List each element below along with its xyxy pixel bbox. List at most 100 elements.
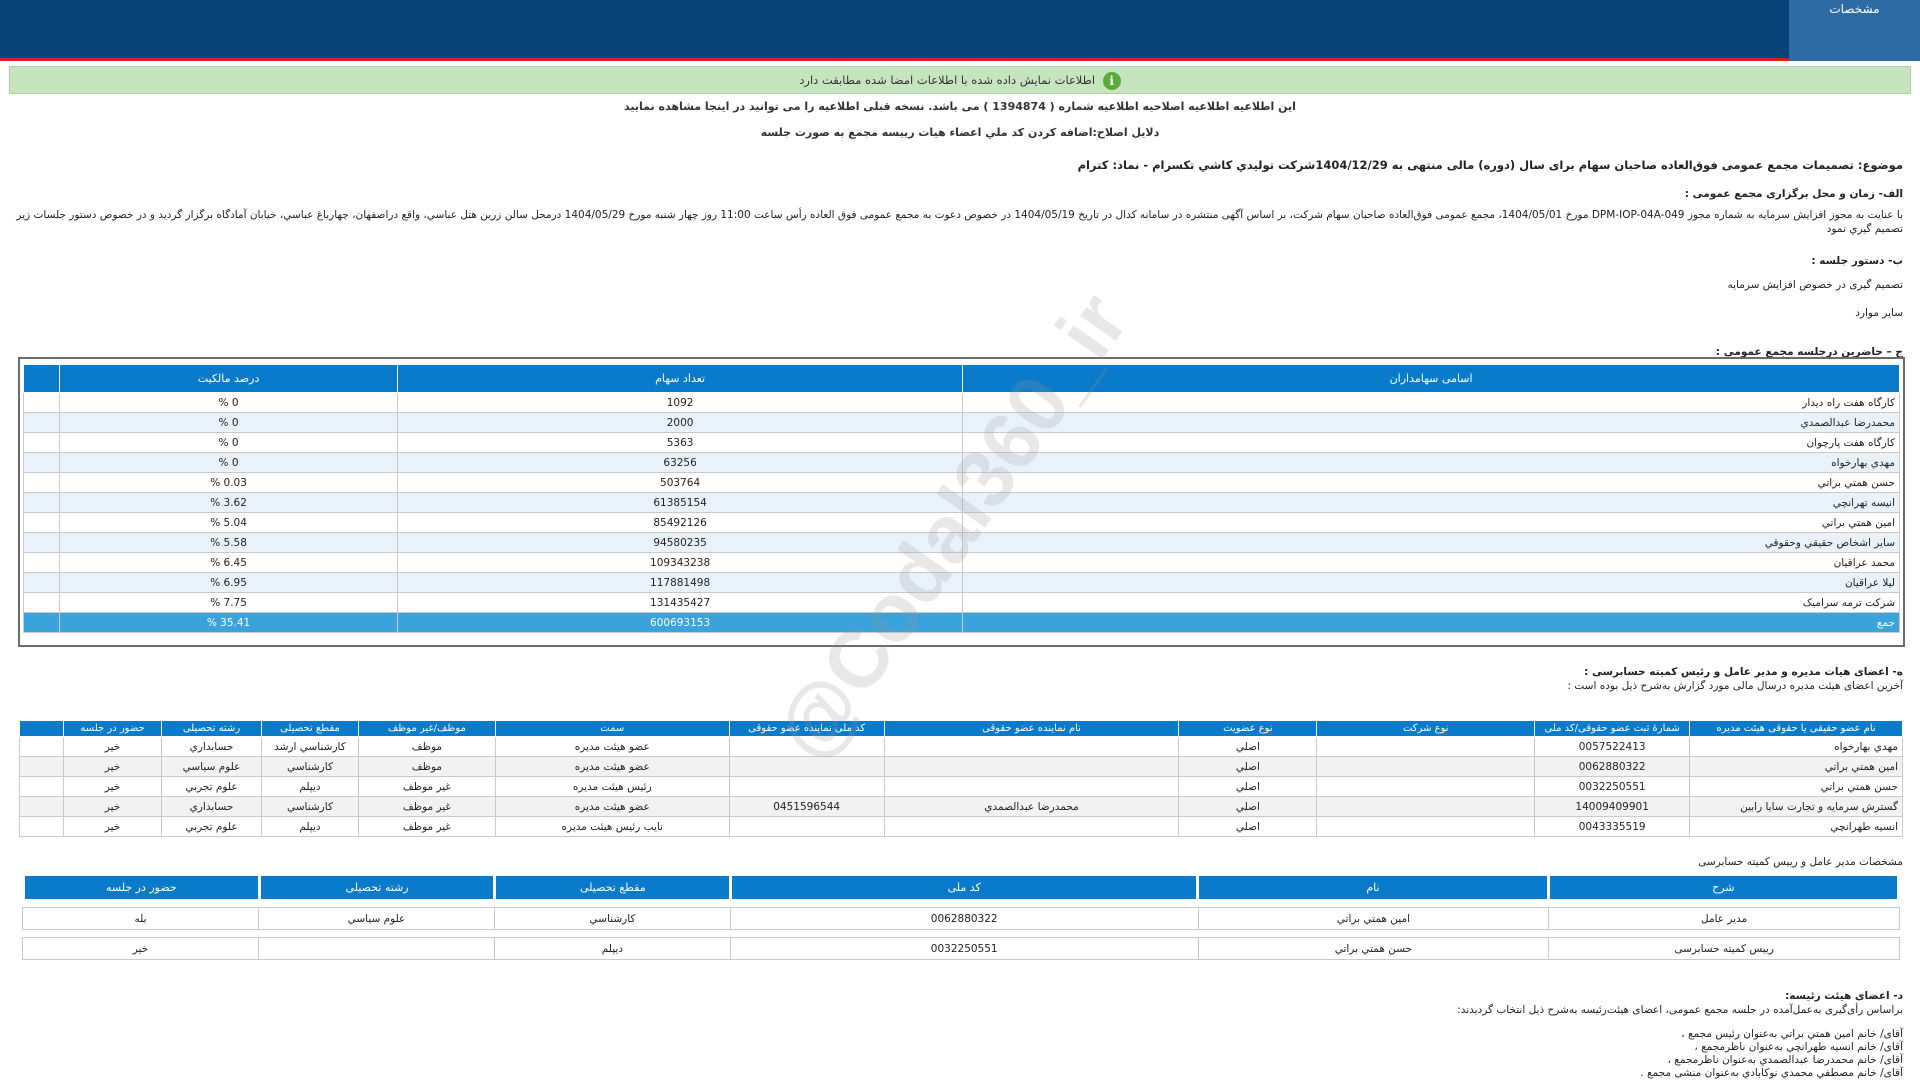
empty-cell [22, 412, 61, 433]
education-level: ديپلم [493, 937, 731, 960]
col-header: مقطع تحصیلی [260, 720, 359, 737]
share-count: 503764 [396, 472, 964, 493]
info-icon: i [1102, 71, 1121, 90]
shareholder-name: مهدي بهارخواه [962, 452, 1900, 473]
field-of-study [257, 937, 495, 960]
empty-cell [22, 472, 61, 493]
col-header: رشته تحصیلی [257, 873, 497, 902]
table-row: محمد عراقيان 109343238 6.45 % [22, 552, 1900, 573]
empty-cell [22, 452, 61, 473]
company-type [1316, 816, 1536, 837]
shareholders-panel: اسامی سهامداران تعداد سهام درصد مالکیت ک… [18, 357, 1905, 647]
tab-details[interactable]: مشخصات [1789, 0, 1920, 61]
ownership-percent: 5.58 % [59, 532, 398, 553]
verification-banner: اطلاعات نمایش داده شده با اطلاعات امضا ش… [9, 66, 1911, 94]
membership-type: اصلي [1178, 756, 1318, 777]
section-d-title: د- اعضای هیئت رئیسه: [1785, 990, 1903, 1002]
table-row: ليلا عراقيان 117881498 6.95 % [22, 572, 1900, 593]
share-count: 1092 [396, 392, 964, 413]
table-row: حسن همتي براتي 503764 0.03 % [22, 472, 1900, 493]
ownership-percent: 0 % [59, 452, 398, 473]
empty-cell [18, 796, 65, 817]
executive-status: غير موظف [357, 816, 496, 837]
national-id: 0032250551 [729, 937, 1199, 960]
member-name: انسيه طهرانچي [1689, 816, 1903, 837]
col-header: سمت [494, 720, 730, 737]
table-row: کارگاه هفت راه ديدار 1092 0 % [22, 392, 1900, 413]
empty-cell [22, 432, 61, 453]
table-row: مهدي بهارخواه 63256 0 % [22, 452, 1900, 473]
attendance: خير [63, 756, 163, 777]
share-count: 2000 [396, 412, 964, 433]
presidium-line: آقای/ خانم امين همتي براتي به‌عنوان رئیس… [1681, 1028, 1903, 1040]
empty-cell [22, 512, 61, 533]
correction-notice: این اطلاعیه اطلاعیه اصلاحیه اطلاعیه شمار… [624, 100, 1296, 113]
table-row: ساير اشخاص حقيقي وحقوقي 94580235 5.58 % [22, 532, 1900, 553]
share-count: 109343238 [396, 552, 964, 573]
representative-name [883, 816, 1180, 837]
col-header: موظف/غیر موظف [357, 720, 496, 737]
col-header-empty [22, 364, 61, 393]
position: عضو هيئت مديره [494, 736, 730, 757]
national-id: 0032250551 [1534, 776, 1691, 797]
presidium-line: آقای/ خانم محمدرضا عبدالصمدي به‌عنوان نا… [1667, 1054, 1903, 1066]
representative-name: محمدرضا عبدالصمدي [883, 796, 1180, 817]
shareholder-name: شرکت ترمه سراميک [962, 592, 1900, 613]
ceo-section-title: مشخصات مدیر عامل و رییس کمیته حسابرسی [1698, 856, 1903, 868]
share-count: 117881498 [396, 572, 964, 593]
position: عضو هيئت مديره [494, 756, 730, 777]
shareholders-table: اسامی سهامداران تعداد سهام درصد مالکیت ک… [22, 364, 1900, 633]
company-type [1316, 736, 1536, 757]
correction-reason: دلایل اصلاح:اضافه کردن کد ملي اعضاء هيات… [760, 126, 1160, 139]
ownership-percent: 0 % [59, 412, 398, 433]
agenda-item: تصمیم گیری در خصوص افزایش سرمایه [1727, 279, 1903, 291]
member-name: حسن همتي براتي [1689, 776, 1903, 797]
table-row: گسترش سرمايه و تجارت سايا رابين 140094099… [18, 796, 1903, 817]
shareholder-name: کارگاه هفت پارچوان [962, 432, 1900, 453]
member-name: امين همتي براتي [1689, 756, 1903, 777]
company-type [1316, 776, 1536, 797]
shareholder-name: محمد عراقيان [962, 552, 1900, 573]
representative-name [883, 736, 1180, 757]
company-type [1316, 756, 1536, 777]
field-of-study: حسابداري [161, 796, 262, 817]
role: مدیر عامل [1548, 907, 1900, 930]
representative-id [728, 776, 885, 797]
membership-type: اصلي [1178, 796, 1318, 817]
empty-cell [22, 392, 61, 413]
ceo-table-header: شرح نام کد ملی مقطع تحصیلی رشته تحصیلی ح… [22, 873, 1901, 902]
table-row: حسن همتي براتي 0032250551 اصلي رئيس هيئت مد… [18, 776, 1903, 797]
position: رئيس هيئت مديره [494, 776, 730, 797]
total-row: جمع 600693153 35.41 % [22, 612, 1900, 633]
col-header: شرح [1546, 873, 1901, 902]
empty-cell [18, 776, 65, 797]
total-shares: 600693153 [396, 612, 964, 633]
education-level: کارشناسي [260, 756, 359, 777]
position: عضو هيئت مديره [494, 796, 730, 817]
representative-id [728, 816, 885, 837]
empty-cell [18, 756, 65, 777]
attendance: بله [134, 912, 147, 925]
shareholder-name: کارگاه هفت راه ديدار [962, 392, 1900, 413]
national-id: 0062880322 [729, 907, 1199, 930]
banner-text: اطلاعات نمایش داده شده با اطلاعات امضا ش… [799, 73, 1096, 87]
table-row: شرکت ترمه سراميک 131435427 7.75 % [22, 592, 1900, 613]
empty-cell [22, 492, 61, 513]
col-header: کد ملی [729, 873, 1200, 902]
col-header-name: اسامی سهامداران [962, 364, 1900, 393]
field-of-study: علوم تجربي [161, 776, 262, 797]
presidium-line: آقای/ خانم انسيه طهرانچي به‌عنوان ناظرمج… [1694, 1041, 1903, 1053]
ownership-percent: 0.03 % [59, 472, 398, 493]
table-row: مهدي بهارخواه 0057522413 اصلي عضو هيئت مدير… [18, 736, 1903, 757]
representative-name [883, 776, 1180, 797]
section-d-intro: براساس رأی‌گیری به‌عمل‌آمده در جلسه مجمع… [1457, 1004, 1903, 1016]
section-a-line1: با عنایت به مجوز افزایش سرمایه به شماره … [16, 209, 1903, 221]
shareholder-name: محمدرضا عبدالصمدي [962, 412, 1900, 433]
empty-cell [18, 816, 65, 837]
section-b-title: ب- دستور جلسه : [1811, 255, 1903, 267]
executive-status: موظف [357, 756, 496, 777]
person-name: حسن همتي براتي [1197, 937, 1549, 960]
table-row: کارگاه هفت پارچوان 5363 0 % [22, 432, 1900, 453]
empty-cell [22, 532, 61, 553]
membership-type: اصلي [1178, 776, 1318, 797]
